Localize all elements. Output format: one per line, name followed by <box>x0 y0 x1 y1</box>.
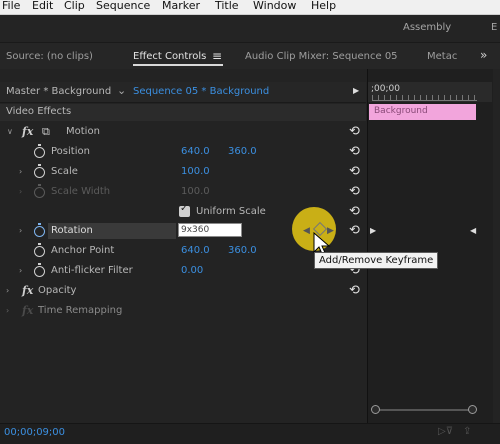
expand-icon[interactable]: › <box>19 226 22 235</box>
position-row: Position 640.0 360.0 ⟲ <box>0 142 366 162</box>
time-remapping-row[interactable]: › fx Time Remapping <box>0 301 366 321</box>
scale-width-value: 100.0 <box>181 186 210 197</box>
video-effects-title: Video Effects <box>6 106 72 117</box>
chevron-down-icon[interactable]: ⌄ <box>117 84 126 97</box>
menu-clip[interactable]: Clip <box>64 0 85 12</box>
anti-flicker-label: Anti-flicker Filter <box>51 265 133 276</box>
scale-row: › Scale 100.0 ⟲ <box>0 162 366 182</box>
menu-title[interactable]: Title <box>215 0 239 12</box>
motion-label: Motion <box>66 126 100 137</box>
workspace-bar: Assembly E <box>0 15 500 42</box>
tab-metadata[interactable]: Metac <box>427 51 457 62</box>
clip-name: Background <box>374 106 428 116</box>
workspace-editing[interactable]: E <box>491 22 497 33</box>
panel-menu-icon[interactable]: ≡ <box>212 49 222 63</box>
ruler-ticks <box>372 95 477 101</box>
stopwatch-icon[interactable] <box>34 164 45 178</box>
scale-width-row: › Scale Width 100.0 ⟲ <box>0 182 366 202</box>
scale-label: Scale <box>51 166 78 177</box>
stopwatch-icon[interactable] <box>34 144 45 158</box>
expand-icon[interactable]: › <box>19 167 22 176</box>
menu-file[interactable]: File <box>2 0 20 12</box>
active-tab-indicator <box>133 64 223 66</box>
tab-effect-controls[interactable]: Effect Controls <box>133 51 206 62</box>
previous-keyframe-icon[interactable]: ◀ <box>303 226 310 236</box>
reset-icon[interactable]: ⟲ <box>349 224 360 237</box>
rotation-label: Rotation <box>51 225 93 236</box>
scale-value[interactable]: 100.0 <box>181 166 210 177</box>
master-label: Master * Background <box>6 86 112 97</box>
expand-icon: › <box>19 187 23 196</box>
scrollbar-handle-left[interactable] <box>371 405 380 414</box>
export-icon[interactable]: ⇪ <box>463 426 471 437</box>
rotation-input[interactable]: 9x360 <box>178 223 242 237</box>
anchor-point-label: Anchor Point <box>51 245 115 256</box>
fx-icon: fx <box>22 304 34 317</box>
workspace-assembly[interactable]: Assembly <box>403 22 451 33</box>
effect-timeline-panel <box>367 69 493 424</box>
uniform-scale-label: Uniform Scale <box>196 206 266 217</box>
uniform-scale-checkbox[interactable] <box>179 203 190 217</box>
keyframe-marker-icon[interactable]: ◀ <box>470 226 476 235</box>
position-label: Position <box>51 146 90 157</box>
tooltip: Add/Remove Keyframe <box>314 252 439 269</box>
motion-effect-row[interactable]: ∨ fx ⧉ Motion ⟲ <box>0 122 366 142</box>
master-clip-row: Master * Background ⌄ Sequence 05 * Back… <box>0 82 366 103</box>
opacity-label: Opacity <box>38 285 77 296</box>
more-tabs-icon[interactable]: » <box>480 48 487 62</box>
expand-icon[interactable]: › <box>19 266 22 275</box>
reset-icon[interactable]: ⟲ <box>349 205 360 218</box>
filter-icon[interactable]: ▷⊽ <box>438 426 453 437</box>
position-y-value[interactable]: 360.0 <box>228 146 257 157</box>
stopwatch-icon <box>34 184 45 198</box>
stopwatch-icon[interactable] <box>34 223 45 237</box>
time-remapping-label: Time Remapping <box>38 305 123 316</box>
reset-icon[interactable]: ⟲ <box>349 145 360 158</box>
menu-edit[interactable]: Edit <box>32 0 53 12</box>
expand-icon[interactable]: › <box>6 286 9 295</box>
menu-bar: File Edit Clip Sequence Marker Title Win… <box>0 0 500 15</box>
menu-help[interactable]: Help <box>311 0 336 12</box>
scale-width-label: Scale Width <box>51 186 111 197</box>
reset-icon[interactable]: ⟲ <box>349 165 360 178</box>
tab-source[interactable]: Source: (no clips) <box>6 51 93 62</box>
video-effects-header: Video Effects <box>0 104 366 121</box>
menu-window[interactable]: Window <box>253 0 296 12</box>
anti-flicker-value[interactable]: 0.00 <box>181 265 203 276</box>
expand-icon[interactable]: › <box>6 306 9 315</box>
collapse-icon[interactable]: ∨ <box>7 127 13 136</box>
play-only-audio-icon[interactable]: ▶ <box>353 86 359 95</box>
stopwatch-icon[interactable] <box>34 263 45 277</box>
ruler-start-time: ;00;00 <box>371 84 400 94</box>
status-bar: 00;00;09;00 ▷⊽ ⇪ <box>0 423 500 444</box>
panel-tab-row: Source: (no clips) Effect Controls ≡ Aud… <box>0 42 500 69</box>
tab-audio-clip-mixer[interactable]: Audio Clip Mixer: Sequence 05 <box>245 51 398 62</box>
anchor-x-value[interactable]: 640.0 <box>181 245 210 256</box>
anchor-y-value[interactable]: 360.0 <box>228 245 257 256</box>
scrollbar-handle-right[interactable] <box>468 405 477 414</box>
menu-marker[interactable]: Marker <box>162 0 200 12</box>
sequence-clip-dropdown[interactable]: Sequence 05 * Background <box>133 86 269 97</box>
stopwatch-icon[interactable] <box>34 243 45 257</box>
position-x-value[interactable]: 640.0 <box>181 146 210 157</box>
reset-icon[interactable]: ⟲ <box>349 185 360 198</box>
reset-icon[interactable]: ⟲ <box>349 125 360 138</box>
opacity-effect-row[interactable]: › fx Opacity ⟲ <box>0 281 366 301</box>
menu-sequence[interactable]: Sequence <box>96 0 150 12</box>
scrollbar-track <box>375 409 473 411</box>
reset-icon[interactable]: ⟲ <box>349 284 360 297</box>
anti-flicker-row: › Anti-flicker Filter 0.00 ⟲ <box>0 261 366 281</box>
fx-icon[interactable]: fx <box>22 284 33 297</box>
fx-icon[interactable]: fx <box>22 125 33 138</box>
current-timecode[interactable]: 00;00;09;00 <box>4 427 65 438</box>
keyframe-marker-icon[interactable]: ▶ <box>370 226 376 235</box>
transform-icon[interactable]: ⧉ <box>42 125 50 139</box>
timeline-zoom-scrollbar[interactable] <box>371 405 477 415</box>
